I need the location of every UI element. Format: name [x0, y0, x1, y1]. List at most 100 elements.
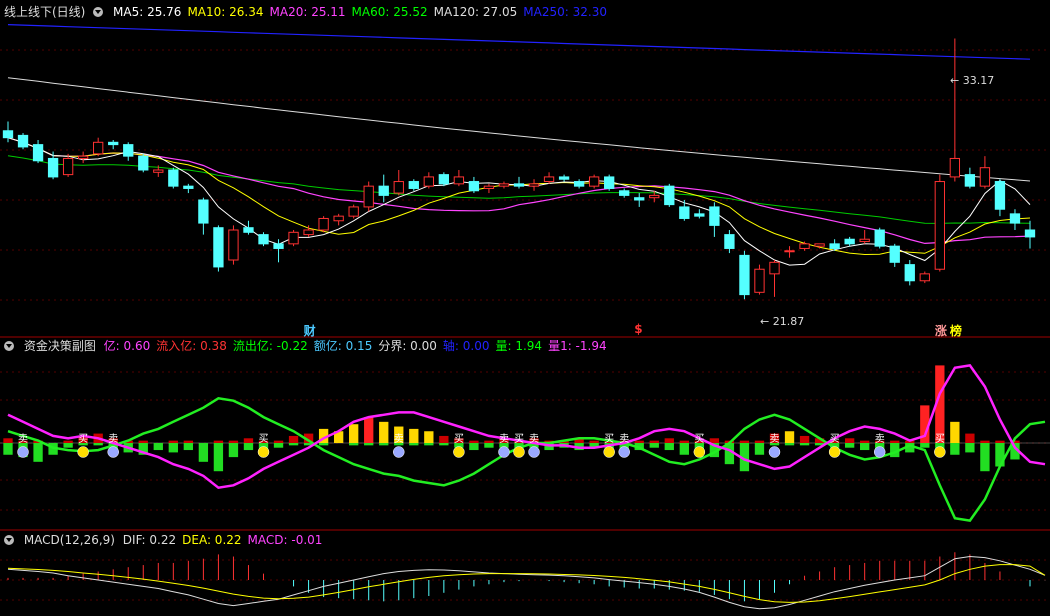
inflow-bar — [168, 440, 178, 443]
inflow-bar — [3, 438, 13, 443]
candle-body — [994, 181, 1006, 210]
buy-signal-icon — [934, 446, 946, 458]
outflow-bar — [754, 443, 765, 455]
candle-body — [93, 141, 104, 155]
ma20-line — [7, 137, 1031, 245]
fund-legend-item: 分界: 0.00 — [378, 339, 437, 353]
chart-canvas: 卖买卖买卖买卖买卖买卖买卖买卖买 — [0, 24, 1050, 610]
main-legend-item: MA120: 27.05 — [433, 5, 518, 19]
inflow-bar — [799, 435, 810, 443]
outflow-bar — [409, 443, 419, 446]
candle-body — [273, 243, 284, 249]
outflow-bar — [649, 443, 659, 448]
candle-body — [47, 157, 59, 178]
inflow-bar — [844, 438, 855, 443]
candle-body — [213, 227, 224, 268]
inflow-bar — [679, 440, 689, 443]
outflow-bar — [920, 443, 930, 448]
candle-body — [288, 231, 299, 245]
macd-legend-item: MACD: -0.01 — [247, 533, 323, 547]
main-legend-item: MA250: 32.30 — [523, 5, 607, 19]
inflow-bar — [649, 440, 659, 443]
outflow-bar — [965, 443, 975, 453]
chevron-down-icon[interactable] — [4, 341, 14, 351]
inflow-bar — [709, 438, 720, 443]
sell-signal-label: 卖 — [770, 433, 780, 445]
outflow-bar — [679, 443, 689, 455]
sell-signal-icon — [107, 446, 119, 458]
candle-body — [859, 238, 870, 243]
fund-legend: 亿: 0.60 流入亿: 0.38 流出亿: -0.22 额亿: 0.15 分界: 0.… — [104, 339, 613, 353]
candle-body — [664, 185, 675, 206]
candle-body — [393, 181, 404, 194]
candle-body — [709, 206, 720, 226]
inflow-bar — [980, 440, 990, 443]
outflow-bar — [228, 443, 239, 458]
candle-body — [198, 199, 209, 224]
sell-signal-icon — [393, 446, 405, 458]
candle-body — [919, 273, 930, 282]
candle-body — [1009, 213, 1021, 224]
chevron-down-icon[interactable] — [93, 7, 104, 17]
outflow-bar — [153, 443, 163, 451]
macd-legend-item: DEA: 0.22 — [182, 533, 242, 547]
outflow-bar — [364, 443, 374, 446]
candle-body — [153, 169, 164, 173]
main-panel-header: 线上线下(日线) MA5: 25.76 MA10: 26.34 MA20: 25.1… — [4, 4, 619, 20]
outflow-bar — [784, 443, 795, 446]
candle-body — [904, 264, 915, 282]
outflow-bar — [664, 443, 674, 451]
event-marker: 榜 — [949, 324, 962, 338]
candle-body — [138, 155, 149, 171]
candle-body — [108, 141, 119, 146]
candle-body — [679, 206, 690, 219]
candle-body — [438, 174, 450, 185]
candle-body — [348, 206, 359, 217]
sell-signal-icon — [873, 446, 886, 458]
candle-body — [183, 185, 194, 189]
macd-panel-header: MACD(12,26,9) DIF: 0.22 DEA: 0.22 MACD: -0… — [4, 532, 334, 548]
chevron-down-icon[interactable] — [4, 535, 14, 545]
buy-signal-label: 买 — [454, 433, 464, 445]
inflow-bar — [63, 440, 73, 443]
candle-body — [724, 234, 735, 249]
main-legend-item: MA5: 25.76 — [113, 5, 182, 19]
inflow-bar — [349, 424, 359, 443]
outflow-bar — [243, 443, 254, 451]
candle-body — [889, 245, 900, 263]
buy-signal-icon — [603, 446, 615, 458]
inflow-bar — [890, 440, 900, 443]
candle-body — [949, 157, 961, 178]
macd-dea-line — [7, 564, 1046, 603]
outflow-bar — [183, 443, 194, 451]
inflow-bar — [784, 431, 795, 443]
outflow-bar — [63, 443, 73, 448]
fund-legend-item: 轴: 0.00 — [442, 339, 490, 353]
inflow-bar — [379, 421, 389, 443]
candle-body — [62, 157, 74, 176]
outflow-bar — [379, 443, 389, 446]
main-legend-item: MA60: 25.52 — [351, 5, 428, 19]
main-legend: MA5: 25.76 MA10: 26.34 MA20: 25.11 MA60: 25… — [113, 5, 613, 19]
main-panel-title: 线上线下(日线) — [4, 5, 86, 19]
outflow-bar — [168, 443, 178, 453]
outflow-bar — [213, 443, 224, 472]
candle-body — [799, 243, 810, 249]
inflow-bar — [409, 428, 419, 443]
inflow-bar — [634, 440, 644, 443]
candle-body — [543, 176, 555, 183]
candle-body — [378, 185, 389, 196]
outflow-bar — [995, 443, 1005, 467]
candle-body — [333, 215, 344, 222]
inflow-bar — [273, 440, 284, 443]
inflow-bar — [439, 435, 449, 443]
sell-signal-label: 卖 — [529, 433, 539, 445]
outflow-bar — [799, 443, 810, 446]
inflow-bar — [183, 440, 194, 443]
candle-body — [694, 213, 705, 217]
fund-legend-item: 量1: -1.94 — [548, 339, 607, 353]
sell-signal-icon — [528, 446, 540, 458]
candle-body — [303, 229, 314, 236]
buy-signal-icon — [77, 446, 89, 458]
buy-signal-label: 买 — [78, 433, 88, 445]
